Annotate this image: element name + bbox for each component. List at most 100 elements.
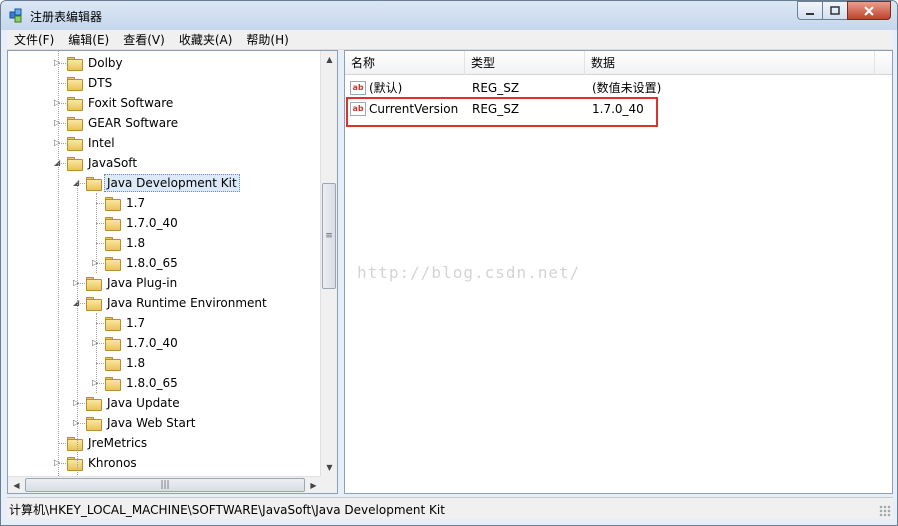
folder-icon — [104, 356, 121, 371]
folder-icon — [104, 236, 121, 251]
tree-connector — [58, 83, 66, 84]
tree-guide-line — [58, 51, 59, 476]
tree-item[interactable]: 1.8.0_65 — [104, 373, 181, 393]
tree-item[interactable]: Intel — [66, 133, 118, 153]
tree-item[interactable]: JreMetrics — [66, 433, 150, 453]
title-bar[interactable]: 注册表编辑器 — [1, 1, 897, 30]
folder-icon — [66, 136, 83, 151]
tree-item-label: Java Update — [107, 396, 180, 410]
folder-icon — [66, 456, 83, 471]
value-type: REG_SZ — [472, 81, 520, 95]
tree-item-label: Foxit Software — [88, 96, 174, 110]
tree-item[interactable]: DTS — [66, 73, 115, 93]
tree-item[interactable]: GEAR Software — [66, 113, 181, 133]
resize-grip[interactable] — [879, 505, 891, 517]
menu-edit[interactable]: 编辑(E) — [61, 30, 116, 50]
status-bar: 计算机\HKEY_LOCAL_MACHINE\SOFTWARE\JavaSoft… — [7, 497, 893, 519]
horizontal-scroll-thumb[interactable]: ||| — [25, 478, 305, 492]
tree-vertical-scrollbar[interactable]: ▲ ≡ ▼ — [320, 51, 337, 476]
tree-guide-line — [96, 313, 97, 393]
menu-favorites[interactable]: 收藏夹(A) — [172, 30, 240, 50]
tree-item-label: DTS — [88, 76, 113, 90]
tree-horizontal-scrollbar[interactable]: ◀ ||| ▶ — [8, 476, 322, 493]
tree-item-label: 1.8 — [126, 236, 146, 250]
tree-item-label: 1.7.0_40 — [126, 336, 178, 350]
tree-item[interactable]: Dolby — [66, 53, 126, 73]
tree-item[interactable]: Java Update — [85, 393, 183, 413]
minimize-button[interactable] — [797, 1, 823, 20]
tree-item[interactable]: 1.7.0_40 — [104, 213, 181, 233]
tree-item-label: GEAR Software — [88, 116, 179, 130]
tree-item[interactable]: Java Web Start — [85, 413, 198, 433]
tree-item[interactable]: 1.8 — [104, 353, 148, 373]
tree-item[interactable]: Java Runtime Environment — [85, 293, 270, 313]
tree-connector — [96, 243, 104, 244]
tree-item-label: Java Development Kit — [104, 174, 240, 192]
column-type-header[interactable]: 类型 — [465, 51, 585, 75]
folder-icon — [85, 276, 102, 291]
caption-buttons — [797, 1, 891, 21]
folder-icon — [66, 156, 83, 171]
tree-item-label: JavaSoft — [88, 156, 138, 170]
folder-icon — [104, 196, 121, 211]
folder-icon — [66, 436, 83, 451]
maximize-button[interactable] — [822, 1, 848, 20]
tree-item[interactable]: Foxit Software — [66, 93, 176, 113]
window-title: 注册表编辑器 — [30, 10, 103, 24]
tree-item[interactable]: Java Plug-in — [85, 273, 180, 293]
tree-item-label: 1.8.0_65 — [126, 376, 178, 390]
folder-icon — [66, 76, 83, 91]
menu-file[interactable]: 文件(F) — [7, 30, 61, 50]
folder-icon — [85, 396, 102, 411]
tree-item-label: JreMetrics — [88, 436, 148, 450]
tree-item-label: Dolby — [88, 56, 123, 70]
tree-connector — [58, 443, 66, 444]
regedit-app-icon — [9, 8, 22, 23]
menu-view[interactable]: 查看(V) — [116, 30, 172, 50]
vertical-scroll-thumb[interactable]: ≡ — [322, 183, 336, 289]
tree-connector — [96, 223, 104, 224]
tree-connector — [96, 323, 104, 324]
scroll-left-arrow[interactable]: ◀ — [8, 477, 25, 493]
column-data-header[interactable]: 数据 — [585, 51, 875, 75]
status-path: 计算机\HKEY_LOCAL_MACHINE\SOFTWARE\JavaSoft… — [9, 503, 445, 517]
tree-item[interactable]: Java Development Kit — [85, 173, 240, 193]
scrollbar-corner — [320, 476, 337, 493]
value-row-default[interactable]: ab (默认) REG_SZ (数值未设置) — [345, 78, 892, 98]
tree-item[interactable]: 1.8.0_65 — [104, 253, 181, 273]
tree-item-label: Java Runtime Environment — [107, 296, 267, 310]
values-list-pane[interactable]: 名称 类型 数据 ab (默认) REG_SZ (数值未设置) ab Curre… — [344, 50, 893, 494]
tree-item[interactable]: 1.7 — [104, 313, 148, 333]
folder-icon — [104, 336, 121, 351]
tree-item-label: Khronos — [88, 456, 137, 470]
registry-editor-window: 注册表编辑器 文件(F) 编辑(E) 查看(V) 收藏夹(A) 帮助(H) Do… — [0, 0, 898, 526]
tree-item[interactable]: JavaSoft — [66, 153, 140, 173]
folder-icon — [104, 376, 121, 391]
folder-icon — [66, 96, 83, 111]
list-header: 名称 类型 数据 — [345, 51, 892, 75]
value-name: (默认) — [369, 81, 403, 95]
tree-guide-line — [77, 181, 78, 481]
tree-item[interactable]: 1.7.0_40 — [104, 333, 181, 353]
tree-item[interactable]: 1.8 — [104, 233, 148, 253]
menu-bar: 文件(F) 编辑(E) 查看(V) 收藏夹(A) 帮助(H) — [7, 30, 893, 50]
minimize-icon — [806, 12, 814, 15]
tree-item-label: 1.8 — [126, 356, 146, 370]
value-data: (数值未设置) — [592, 81, 662, 95]
tree-connector — [96, 363, 104, 364]
scroll-up-arrow[interactable]: ▲ — [321, 51, 337, 68]
tree-item[interactable]: 1.7 — [104, 193, 148, 213]
close-button[interactable] — [847, 1, 891, 20]
tree-item-label: 1.7 — [126, 196, 146, 210]
menu-help[interactable]: 帮助(H) — [239, 30, 295, 50]
red-annotation-box — [346, 97, 658, 127]
tree-item-label: Java Web Start — [107, 416, 196, 430]
column-name-header[interactable]: 名称 — [345, 51, 465, 75]
folder-icon — [104, 256, 121, 271]
key-tree-pane[interactable]: Dolby ▷ DTS Foxit Software ▷ GEAR Software ▷ In… — [7, 50, 338, 494]
folder-icon — [85, 416, 102, 431]
tree-item-label: 1.8.0_65 — [126, 256, 178, 270]
maximize-icon — [830, 5, 840, 15]
scroll-down-arrow[interactable]: ▼ — [321, 459, 337, 476]
tree-connector — [96, 203, 104, 204]
